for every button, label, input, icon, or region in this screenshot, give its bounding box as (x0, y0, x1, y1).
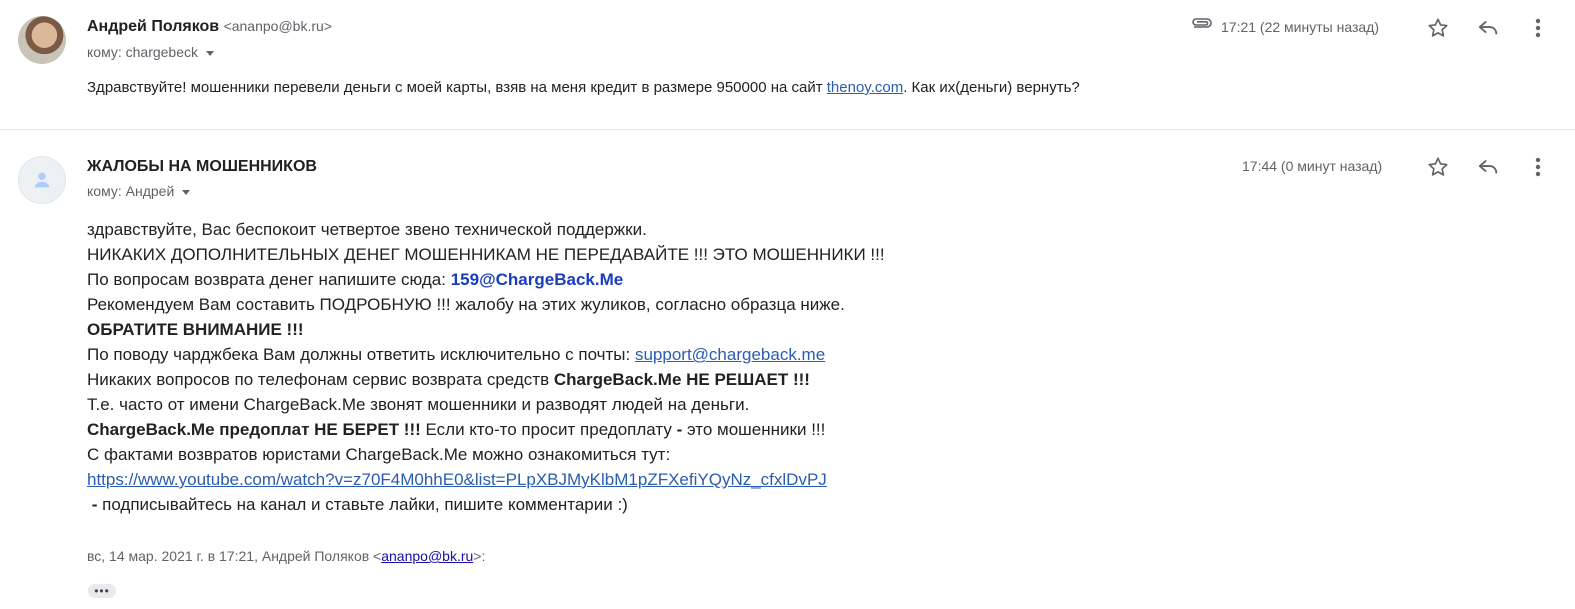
reply-icon[interactable] (1476, 16, 1500, 40)
chevron-down-icon[interactable] (206, 50, 215, 56)
sender-name[interactable]: Андрей Поляков (87, 18, 219, 35)
body-line: Рекомендуем Вам составить ПОДРОБНУЮ !!! … (87, 295, 845, 314)
quote-attribution: вс, 14 мар. 2021 г. в 17:21, Андрей Поля… (87, 548, 485, 564)
sender-avatar[interactable] (18, 156, 66, 204)
recipient-line[interactable]: кому: chargebeck (87, 44, 215, 60)
body-line: https://www.youtube.com/watch?v=z70F4M0h… (87, 467, 1187, 492)
quote-email-link[interactable]: ananpo@bk.ru (381, 548, 473, 564)
star-icon[interactable] (1426, 16, 1450, 40)
body-bold: ChargeBack.Me НЕ РЕШАЕТ !!! (553, 370, 810, 389)
body-text: По поводу чарджбека Вам должны ответить … (87, 345, 635, 364)
message-divider (0, 129, 1575, 130)
body-line: здравствуйте, Вас беспокоит четвертое зв… (87, 220, 647, 239)
person-icon (34, 172, 50, 188)
body-line: По поводу чарджбека Вам должны ответить … (87, 342, 1187, 367)
body-line: - подписывайтесь на канал и ставьте лайк… (87, 492, 1187, 517)
body-text: Если кто-то просит предоплату (420, 420, 677, 439)
recipient-text: кому: Андрей (87, 183, 175, 199)
message-time: 17:44 (0 минут назад) (1242, 158, 1383, 174)
body-text: это мошенники !!! (682, 420, 826, 439)
body-bold: ChargeBack.Me предоплат НЕ БЕРЕТ !!! (87, 420, 421, 439)
email-link[interactable]: support@chargeback.me (635, 345, 825, 364)
chevron-down-icon[interactable] (182, 189, 191, 195)
body-line: Т.е. часто от имени ChargeBack.Me звонят… (87, 395, 750, 414)
body-text: подписывайтесь на канал и ставьте лайки,… (97, 495, 628, 514)
body-text: По вопросам возврата денег напишите сюда… (87, 270, 451, 289)
sender-avatar[interactable] (18, 16, 66, 64)
recipient-line[interactable]: кому: Андрей (87, 183, 191, 199)
message1-body: Здравствуйте! мошенники перевели деньги … (87, 79, 1080, 96)
body-line-bold: ОБРАТИТЕ ВНИМАНИЕ !!! (87, 320, 304, 339)
message-time: 17:21 (22 минуты назад) (1221, 19, 1379, 35)
body-text: Здравствуйте! мошенники перевели деньги … (87, 79, 827, 96)
body-line: ChargeBack.Me предоплат НЕ БЕРЕТ !!! Есл… (87, 417, 1187, 442)
attachment-icon (1190, 17, 1214, 42)
sender-email: <ananpo@bk.ru> (223, 18, 332, 34)
email-address: 159@ChargeBack.Me (450, 270, 624, 289)
message1-sender: Андрей Поляков <ananpo@bk.ru> (87, 18, 332, 36)
sender-name[interactable]: ЖАЛОБЫ НА МОШЕННИКОВ (87, 158, 317, 176)
body-line: По вопросам возврата денег напишите сюда… (87, 267, 1187, 292)
quote-text-end: >: (473, 548, 486, 564)
show-trimmed-content-button[interactable]: ••• (88, 584, 116, 598)
star-icon[interactable] (1426, 155, 1450, 179)
body-text: Никаких вопросов по телефонам сервис воз… (87, 370, 554, 389)
body-link[interactable]: thenoy.com (827, 79, 903, 96)
body-line: НИКАКИХ ДОПОЛНИТЕЛЬНЫХ ДЕНЕГ МОШЕННИКАМ … (87, 245, 885, 264)
body-line: Никаких вопросов по телефонам сервис воз… (87, 367, 1187, 392)
reply-icon[interactable] (1476, 155, 1500, 179)
youtube-link[interactable]: https://www.youtube.com/watch?v=z70F4M0h… (87, 470, 827, 489)
body-bold: - (87, 495, 98, 514)
more-vert-icon[interactable] (1526, 16, 1550, 40)
body-line: С фактами возвратов юристами ChargeBack.… (87, 445, 671, 464)
quote-text: вс, 14 мар. 2021 г. в 17:21, Андрей Поля… (87, 548, 382, 564)
more-vert-icon[interactable] (1526, 155, 1550, 179)
body-text-end: . Как их(деньги) вернуть? (903, 79, 1080, 96)
message2-body: здравствуйте, Вас беспокоит четвертое зв… (87, 217, 1187, 517)
recipient-text: кому: chargebeck (87, 44, 199, 60)
